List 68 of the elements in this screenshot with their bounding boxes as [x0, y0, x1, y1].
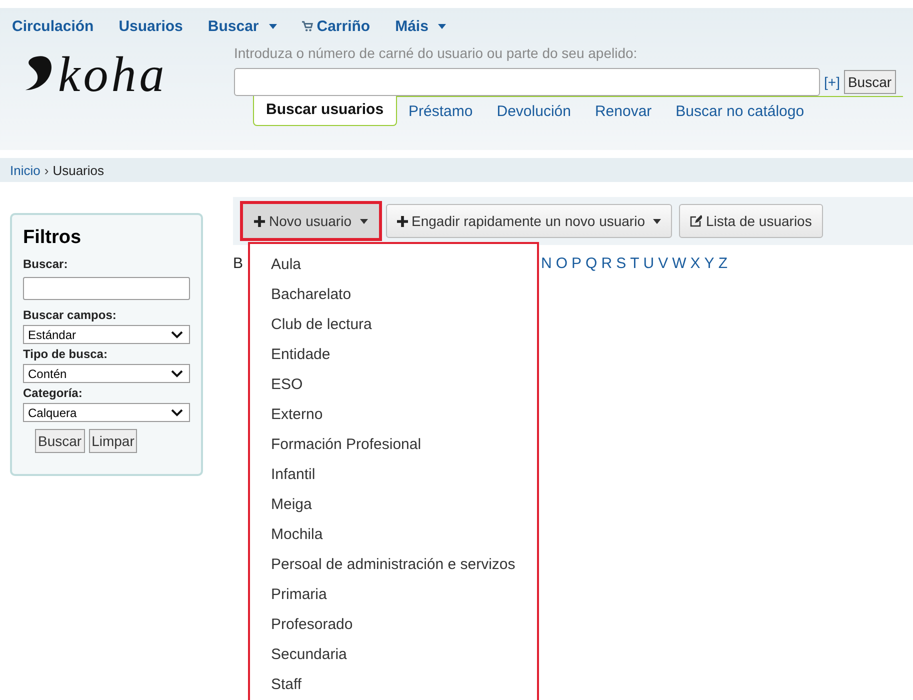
- search-field[interactable]: [23, 277, 190, 300]
- menu-item[interactable]: Secundaria: [250, 640, 537, 670]
- more-options-link[interactable]: [+]: [824, 74, 840, 90]
- menu-item[interactable]: Staff: [250, 670, 537, 700]
- cart-icon: [302, 20, 313, 32]
- letter-link[interactable]: V: [658, 255, 668, 272]
- search-tab[interactable]: Buscar no catálogo: [664, 97, 816, 126]
- menu-item[interactable]: Entidade: [250, 340, 537, 370]
- letter-link[interactable]: S: [616, 255, 626, 272]
- letter-link[interactable]: X: [690, 255, 700, 272]
- edit-icon: [690, 215, 702, 227]
- select-field[interactable]: Estándar: [23, 325, 190, 344]
- menu-item[interactable]: Primaria: [250, 580, 537, 610]
- menu-item[interactable]: Carriño: [302, 13, 370, 39]
- field-label: Categoría:: [23, 386, 84, 400]
- plus-icon: [254, 216, 265, 226]
- letter-link[interactable]: T: [630, 255, 640, 272]
- letter-link[interactable]: Z: [718, 255, 728, 272]
- letter-link[interactable]: O: [556, 255, 568, 272]
- menu-item[interactable]: Persoal de administración e servizos: [250, 550, 537, 580]
- search-field[interactable]: [234, 68, 820, 96]
- letter-link[interactable]: W: [672, 255, 686, 272]
- filters-title: Filtros: [23, 227, 82, 249]
- menu-item[interactable]: Infantil: [250, 460, 537, 490]
- koha-logo[interactable]: koha: [0, 39, 234, 109]
- select-field[interactable]: Calquera: [23, 403, 190, 422]
- toolbar-button[interactable]: Lista de usuarios: [679, 204, 823, 238]
- letter-link[interactable]: P: [572, 255, 582, 272]
- breadcrumb-separator: ›: [44, 162, 49, 178]
- letter-link[interactable]: Y: [704, 255, 714, 272]
- menu-item[interactable]: Mochila: [250, 520, 537, 550]
- breadcrumb-current: Usuarios: [52, 162, 104, 178]
- toolbar-button[interactable]: Engadir rapidamente un novo usuario: [386, 204, 672, 238]
- field-label: Tipo de busca:: [23, 347, 108, 361]
- chevron-icon: [171, 408, 183, 416]
- search-tab[interactable]: Devolución: [484, 97, 583, 126]
- filter-button[interactable]: Buscar: [35, 429, 85, 453]
- chevron-icon: [171, 370, 183, 378]
- menu-item[interactable]: Bacharelato: [250, 280, 537, 310]
- letter-link[interactable]: N: [541, 255, 552, 272]
- search-tab[interactable]: Préstamo: [396, 97, 485, 126]
- menu-item[interactable]: Circulación: [12, 13, 94, 39]
- search-tab[interactable]: Buscar usuarios: [253, 96, 397, 126]
- field-label: Buscar campos:: [23, 308, 118, 322]
- menu-item[interactable]: Formación Profesional: [250, 430, 537, 460]
- browse-label: B: [233, 255, 244, 272]
- search-hint: Introduza o número de carné do usuario ou parte do seu apelido:: [234, 45, 638, 61]
- chevron-icon: [171, 330, 183, 338]
- toolbar-button[interactable]: Novo usuario: [243, 204, 378, 238]
- menu-item[interactable]: Meiga: [250, 490, 537, 520]
- menu-item[interactable]: Buscar: [208, 13, 277, 39]
- search-tab[interactable]: Renovar: [582, 97, 664, 126]
- filter-button[interactable]: Limpar: [88, 429, 138, 453]
- select-field[interactable]: Contén: [23, 364, 190, 383]
- letter-link[interactable]: Q: [586, 255, 598, 272]
- menu-item[interactable]: Máis: [395, 13, 446, 39]
- menu-item[interactable]: Profesorado: [250, 610, 537, 640]
- menu-item[interactable]: Usuarios: [118, 13, 183, 39]
- letter-link[interactable]: U: [643, 255, 654, 272]
- menu-item[interactable]: Club de lectura: [250, 310, 537, 340]
- menu-item[interactable]: Aula: [250, 250, 537, 280]
- menu-item[interactable]: ESO: [250, 370, 537, 400]
- letter-link[interactable]: R: [601, 255, 612, 272]
- plus-icon: [396, 216, 408, 226]
- search-button[interactable]: Buscar: [844, 70, 896, 94]
- breadcrumb-link[interactable]: Inicio: [10, 162, 40, 178]
- field-label: Buscar:: [23, 257, 69, 271]
- menu-item[interactable]: Externo: [250, 400, 537, 430]
